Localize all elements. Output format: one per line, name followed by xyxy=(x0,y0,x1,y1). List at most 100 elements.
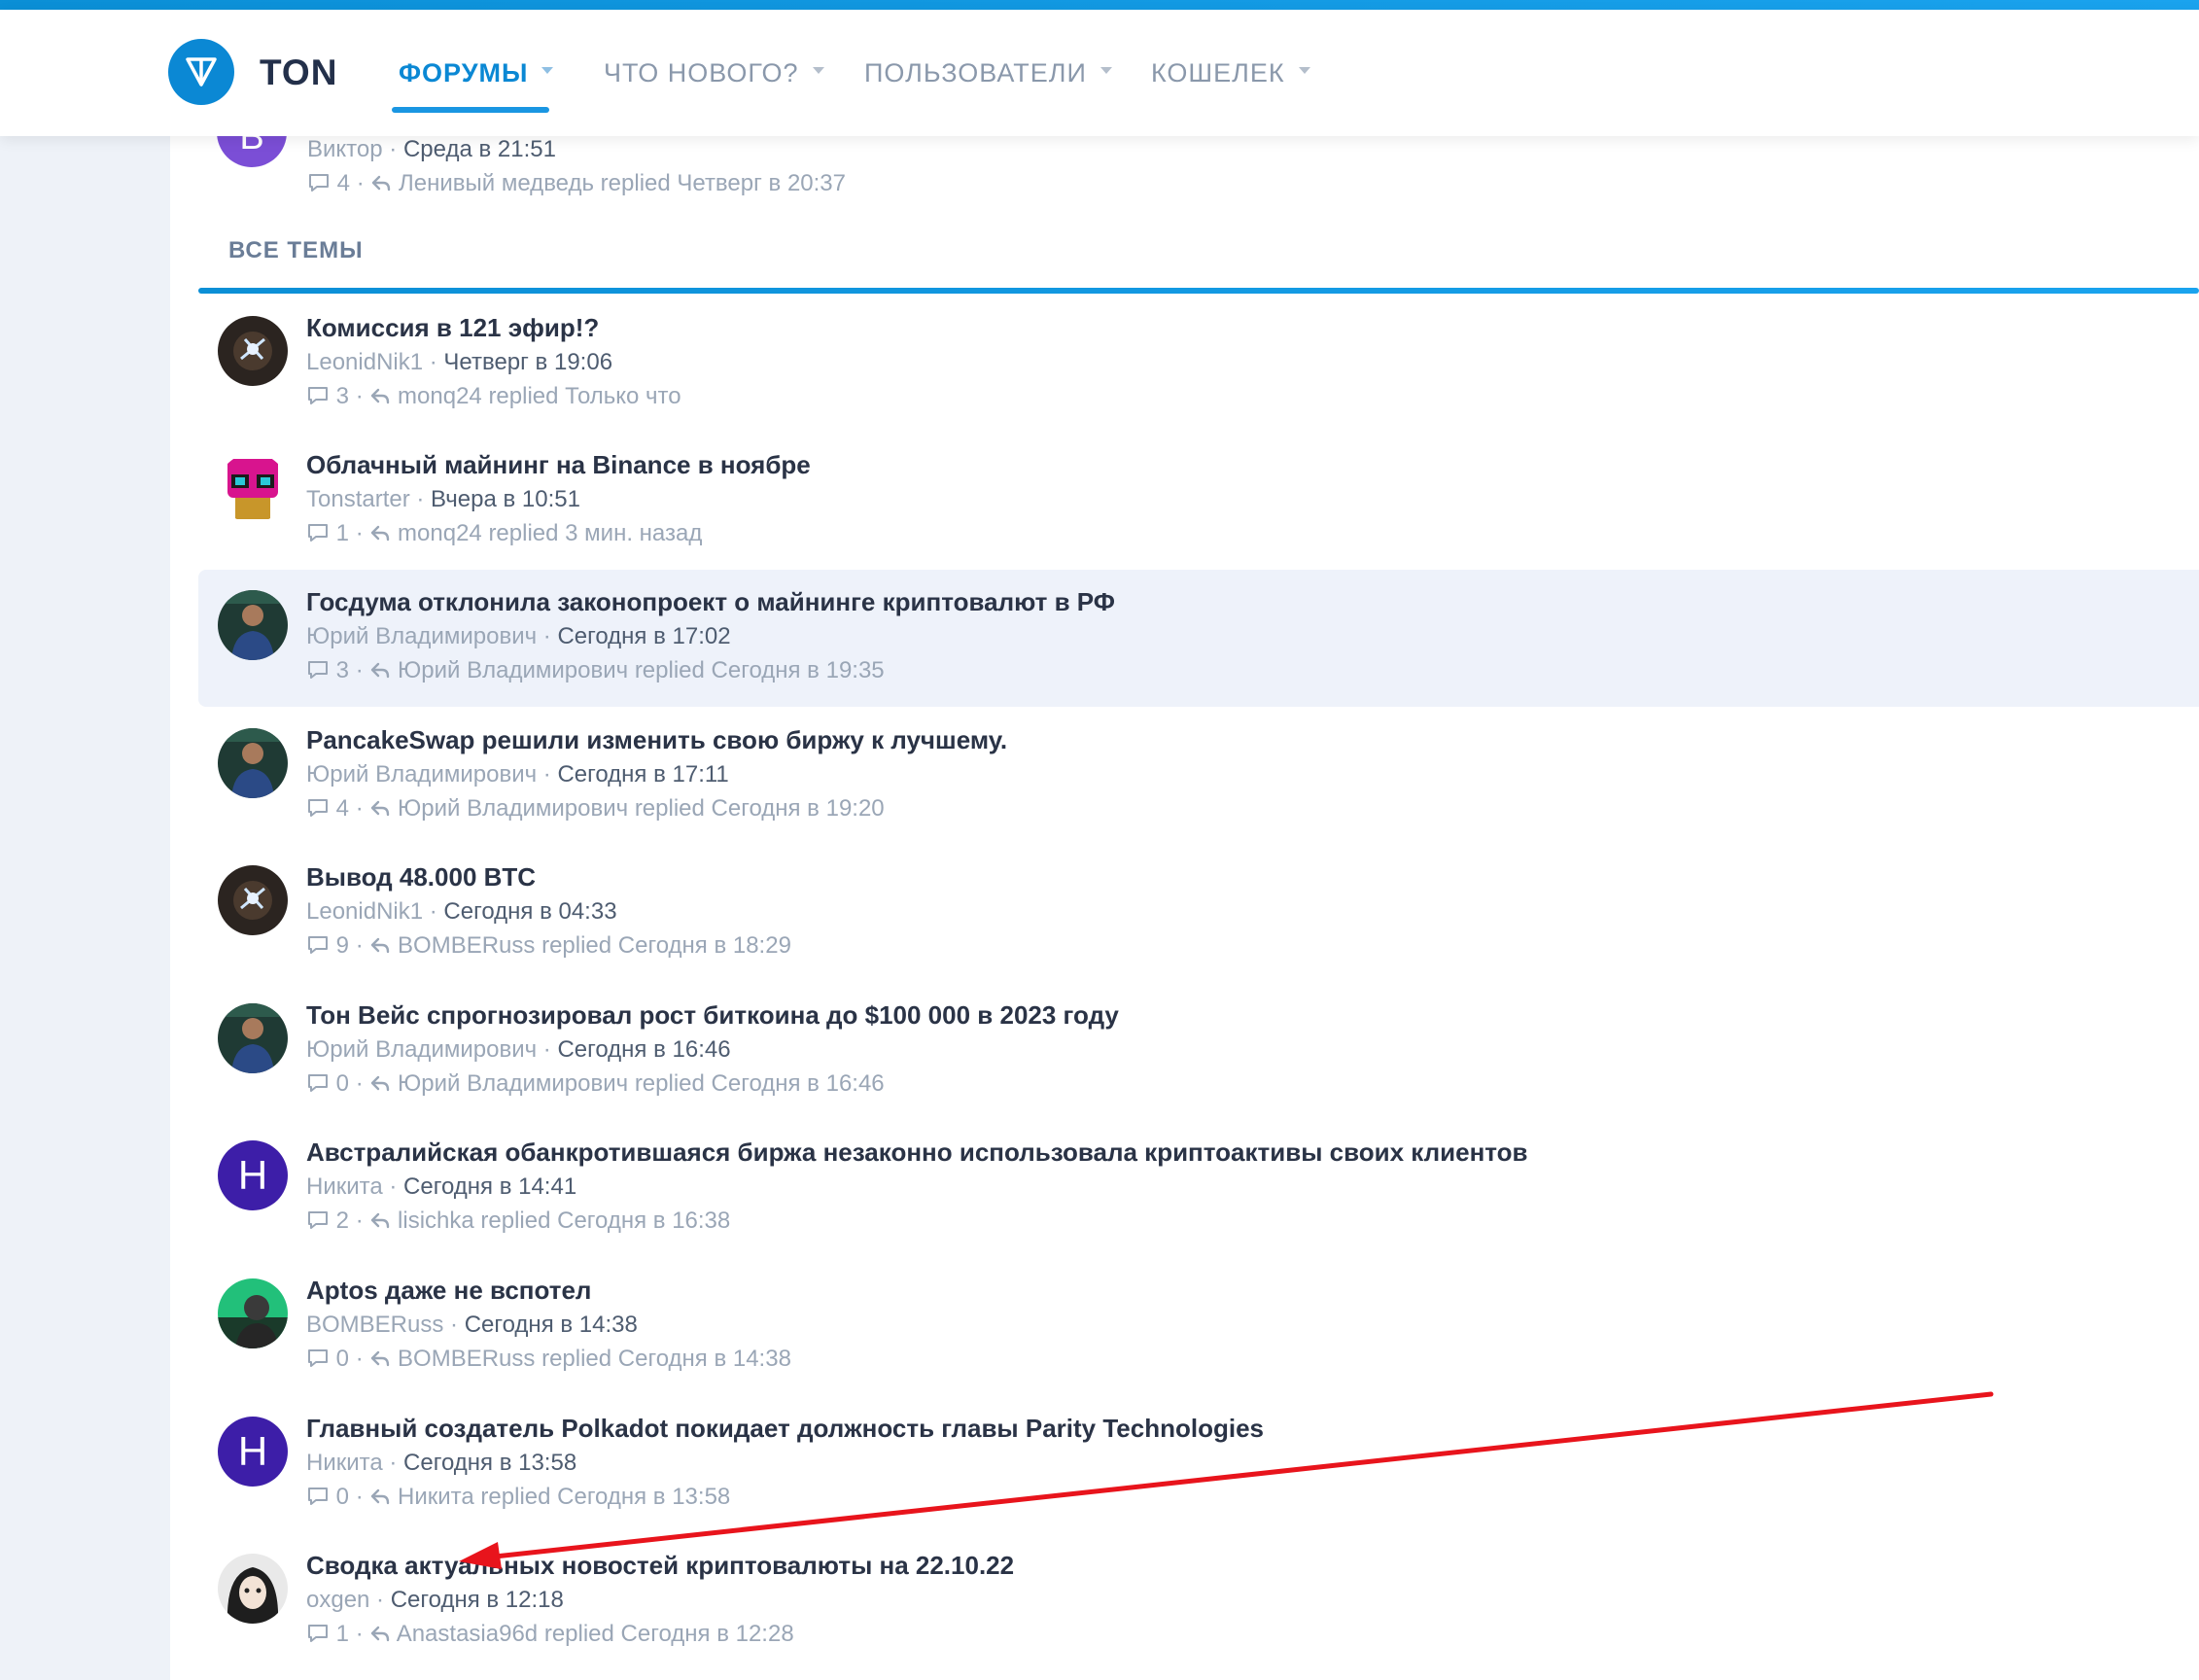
last-replier[interactable]: Юрий Владимирович xyxy=(398,657,628,683)
last-reply-date[interactable]: Четверг в 20:37 xyxy=(677,170,846,196)
avatar[interactable]: Н xyxy=(218,1417,288,1487)
thread-author[interactable]: LeonidNik1 xyxy=(306,898,423,925)
comment-icon xyxy=(308,660,328,679)
thread-title[interactable]: Aptos даже не вспотел xyxy=(306,1276,591,1306)
thread-row[interactable]: Облачный майнинг на Binance в ноябре Ton… xyxy=(198,433,2199,570)
avatar[interactable] xyxy=(218,316,288,386)
thread-author[interactable]: oxgen xyxy=(306,1587,369,1613)
last-reply-date[interactable]: Только что xyxy=(565,383,681,409)
thread-title[interactable]: Тон Вейс спрогнозировал рост биткоина до… xyxy=(306,1000,1119,1031)
section-title: ВСЕ ТЕМЫ xyxy=(228,237,364,263)
brand-name[interactable]: TON xyxy=(260,52,337,93)
thread-date[interactable]: Сегодня в 12:18 xyxy=(391,1587,564,1613)
thread-title[interactable]: Вывод 48.000 BTC xyxy=(306,862,536,892)
comment-icon xyxy=(308,523,328,542)
nav-members[interactable]: ПОЛЬЗОВАТЕЛИ xyxy=(864,58,1112,88)
thread-title[interactable]: Госдума отклонила законопроект о майнинг… xyxy=(306,587,1115,617)
thread-row[interactable]: Тон Вейс спрогнозировал рост биткоина до… xyxy=(198,983,2199,1120)
thread-author[interactable]: Юрий Владимирович xyxy=(306,1036,537,1063)
thread-date[interactable]: Сегодня в 14:38 xyxy=(465,1312,638,1338)
nav-wallet-label: КОШЕЛЕК xyxy=(1151,58,1285,88)
reply-count: 2 xyxy=(335,1208,350,1234)
top-accent-bar xyxy=(0,0,2199,10)
thread-author[interactable]: LeonidNik1 xyxy=(306,349,423,375)
nav-whats-new[interactable]: ЧТО НОВОГО? xyxy=(604,58,824,88)
thread-row-highlighted[interactable]: Госдума отклонила законопроект о майнинг… xyxy=(198,570,2199,707)
reply-arrow-icon xyxy=(371,1350,390,1366)
thread-row[interactable]: PancakeSwap решили изменить свою биржу к… xyxy=(198,708,2199,845)
last-replier[interactable]: lisichka xyxy=(398,1208,474,1234)
thread-author[interactable]: Никита xyxy=(306,1450,383,1476)
thread-title[interactable]: Сводка актуальных новостей криптовалюты … xyxy=(306,1551,1014,1581)
nav-wallet[interactable]: КОШЕЛЕК xyxy=(1151,58,1310,88)
thread-date[interactable]: Сегодня в 14:41 xyxy=(403,1173,576,1200)
thread-row[interactable]: Вывод 48.000 BTC LeonidNik1 · Сегодня в … xyxy=(198,845,2199,982)
thread-row[interactable]: Комиссия в 121 эфир!? LeonidNik1 · Четве… xyxy=(198,296,2199,433)
thread-date[interactable]: Среда в 21:51 xyxy=(403,136,556,162)
avatar[interactable] xyxy=(218,1554,288,1624)
thread-author[interactable]: Юрий Владимирович xyxy=(306,761,537,788)
thread-author[interactable]: Tonstarter xyxy=(306,486,410,512)
thread-author[interactable]: BOMBERuss xyxy=(306,1312,443,1338)
thread-date[interactable]: Сегодня в 16:46 xyxy=(557,1036,730,1063)
replied-word: replied xyxy=(541,932,612,959)
last-replier[interactable]: Anastasia96d xyxy=(397,1621,538,1647)
thread-meta: Юрий Владимирович · Сегодня в 17:11 xyxy=(306,761,729,788)
avatar[interactable] xyxy=(218,865,288,935)
replied-word: replied xyxy=(488,383,559,409)
thread-author[interactable]: Никита xyxy=(306,1173,383,1200)
chevron-down-icon[interactable] xyxy=(1100,67,1112,75)
last-replier[interactable]: monq24 xyxy=(398,520,482,546)
last-reply-date[interactable]: Сегодня в 12:28 xyxy=(621,1621,794,1647)
last-replier[interactable]: Юрий Владимирович xyxy=(398,1070,628,1097)
thread-date[interactable]: Сегодня в 17:02 xyxy=(557,623,730,649)
last-reply-date[interactable]: Сегодня в 14:38 xyxy=(618,1346,791,1372)
avatar[interactable]: Н xyxy=(218,1140,288,1210)
nav-whats-new-label: ЧТО НОВОГО? xyxy=(604,58,799,88)
last-reply-date[interactable]: Сегодня в 16:46 xyxy=(712,1070,885,1097)
last-reply-date[interactable]: 3 мин. назад xyxy=(565,520,702,546)
last-reply-date[interactable]: Сегодня в 16:38 xyxy=(557,1208,730,1234)
chevron-down-icon[interactable] xyxy=(812,67,824,75)
avatar[interactable] xyxy=(218,453,288,523)
avatar[interactable] xyxy=(218,1278,288,1348)
last-replier[interactable]: BOMBERuss xyxy=(398,932,535,959)
thread-title[interactable]: PancakeSwap решили изменить свою биржу к… xyxy=(306,725,1007,755)
reply-count: 4 xyxy=(335,795,350,822)
last-reply-date[interactable]: Сегодня в 13:58 xyxy=(557,1484,730,1510)
last-replier[interactable]: Никита xyxy=(398,1484,474,1510)
replied-word: replied xyxy=(541,1346,612,1372)
last-replier[interactable]: Ленивый медведь xyxy=(399,170,594,196)
last-replier[interactable]: monq24 xyxy=(398,383,482,409)
thread-date[interactable]: Сегодня в 04:33 xyxy=(443,898,616,925)
thread-author[interactable]: Виктор xyxy=(307,136,383,162)
thread-row[interactable]: Н Австралийская обанкротившаяся биржа не… xyxy=(198,1120,2199,1257)
avatar[interactable] xyxy=(218,590,288,660)
thread-date[interactable]: Сегодня в 13:58 xyxy=(403,1450,576,1476)
thread-meta: LeonidNik1 · Четверг в 19:06 xyxy=(306,349,613,375)
thread-title[interactable]: Облачный майнинг на Binance в ноябре xyxy=(306,450,811,480)
thread-author[interactable]: Юрий Владимирович xyxy=(306,623,537,649)
thread-date[interactable]: Четверг в 19:06 xyxy=(443,349,612,375)
last-replier[interactable]: BOMBERuss xyxy=(398,1346,535,1372)
thread-stats: 1 · monq24 replied 3 мин. назад xyxy=(306,520,702,547)
thread-title[interactable]: Комиссия в 121 эфир!? xyxy=(306,313,599,343)
thread-title[interactable]: Австралийская обанкротившаяся биржа неза… xyxy=(306,1138,1528,1168)
ton-logo-icon[interactable] xyxy=(168,39,234,105)
thread-row[interactable]: Н Главный создатель Polkadot покидает до… xyxy=(198,1396,2199,1533)
avatar[interactable] xyxy=(218,728,288,798)
last-reply-date[interactable]: Сегодня в 18:29 xyxy=(618,932,791,959)
thread-date[interactable]: Вчера в 10:51 xyxy=(431,486,580,512)
nav-forums[interactable]: ФОРУМЫ xyxy=(399,58,554,88)
chevron-down-icon[interactable] xyxy=(1298,67,1310,75)
last-reply-date[interactable]: Сегодня в 19:35 xyxy=(712,657,885,683)
last-reply-date[interactable]: Сегодня в 19:20 xyxy=(712,795,885,822)
avatar[interactable] xyxy=(218,1003,288,1073)
thread-row[interactable]: Aptos даже не вспотел BOMBERuss · Сегодн… xyxy=(198,1258,2199,1395)
avatar-letter: Н xyxy=(237,1152,268,1198)
last-replier[interactable]: Юрий Владимирович xyxy=(398,795,628,822)
chevron-down-icon[interactable] xyxy=(541,67,554,75)
thread-date[interactable]: Сегодня в 17:11 xyxy=(557,761,728,788)
thread-title[interactable]: Главный создатель Polkadot покидает долж… xyxy=(306,1414,1264,1444)
thread-row[interactable]: Сводка актуальных новостей криптовалюты … xyxy=(198,1533,2199,1670)
